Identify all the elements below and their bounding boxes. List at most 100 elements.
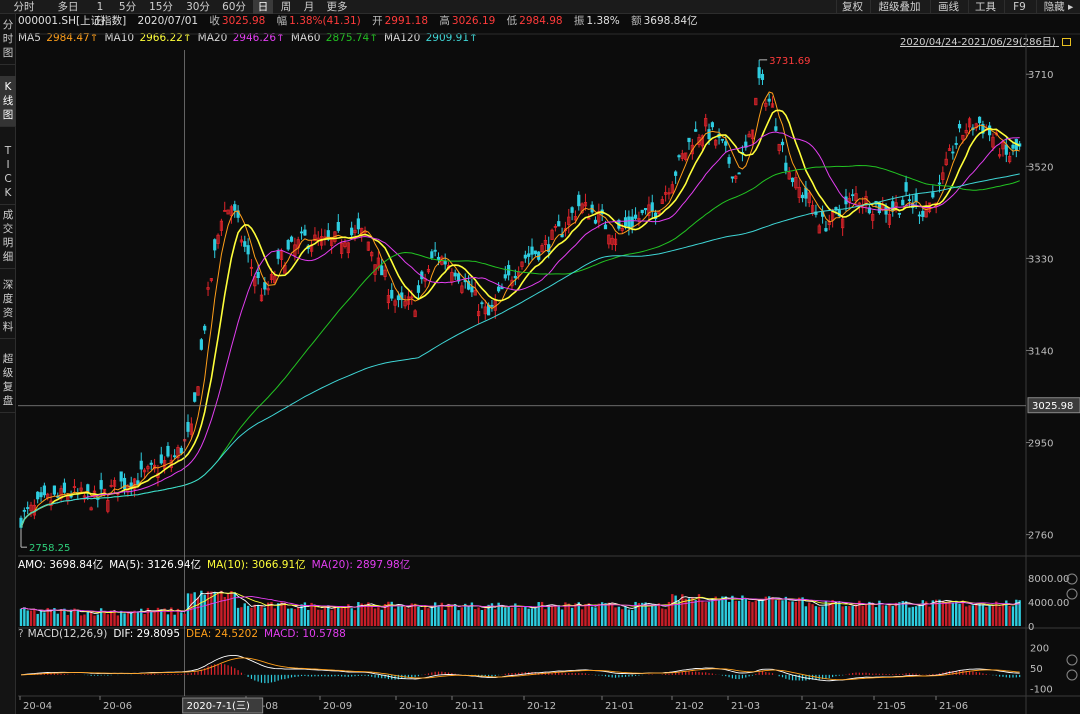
tab-0[interactable]: 分时 (0, 0, 48, 14)
macd-tick-1: 50 (1030, 664, 1043, 675)
kline-chart[interactable]: 3710 3520 3330 3140 2950 2760 3731.69 2758.25 30… (16, 14, 1080, 714)
volume-bar-130 (454, 604, 457, 626)
volume-bar-172 (594, 607, 597, 626)
sidebar-tab-2[interactable]: TICK (0, 140, 16, 205)
tool-tab-0[interactable]: 复权 (836, 0, 868, 14)
x-tick-8: 21-02 (675, 701, 704, 712)
macd-zoom-in-icon[interactable] (1066, 654, 1078, 666)
price-tick-5: 2760 (1028, 531, 1053, 542)
candle-body-265 (904, 182, 908, 192)
tab-1[interactable]: 多日 (51, 0, 85, 14)
volume-bar-162 (560, 609, 564, 626)
sidebar-tab-4[interactable]: 深度资料 (0, 274, 16, 339)
volume-bar-59 (216, 593, 220, 626)
candle-body-210 (720, 138, 725, 141)
tab-4[interactable]: 15分 (143, 0, 179, 14)
volume-bar-177 (610, 602, 614, 626)
volume-bar-133 (464, 603, 467, 626)
volume-bar-19 (83, 614, 86, 626)
volume-bar-297 (1011, 606, 1015, 626)
tab-8[interactable]: 周 (276, 0, 296, 14)
volume-bar-107 (377, 607, 380, 626)
candle-body-108 (380, 265, 384, 276)
volume-bar-67 (243, 603, 246, 626)
tab-10[interactable]: 更多 (322, 0, 352, 14)
volume-bar-60 (220, 590, 223, 626)
volume-bar-266 (908, 607, 911, 626)
candle-body-183 (630, 216, 634, 228)
x-tick-9: 21-03 (731, 701, 760, 712)
volume-tick-0: 8000.00 (1028, 574, 1069, 585)
volume-bar-205 (704, 602, 707, 626)
volume-legend-ma5: MA(5): 3126.94亿 (109, 559, 202, 571)
volume-bar-207 (711, 599, 714, 626)
volume-bar-12 (59, 609, 63, 626)
volume-bar-105 (370, 606, 373, 626)
candle-body-84 (299, 231, 304, 234)
candle-body-73 (263, 282, 267, 290)
volume-bar-289 (985, 607, 988, 626)
volume-bar-271 (924, 601, 928, 626)
view-sidebar: 分时图 K线图 TICK成交明细深度资料超级复盘 (0, 14, 16, 714)
volume-bar-252 (861, 606, 864, 626)
high-annotation: 3731.69 (769, 56, 810, 67)
candle-body-187 (643, 208, 648, 211)
candle-body-215 (737, 172, 741, 175)
tab-9[interactable]: 月 (299, 0, 319, 14)
tool-tab-1[interactable]: 超级叠加 (870, 0, 928, 14)
volume-bar-281 (958, 603, 961, 626)
macd-dea-line (21, 657, 1020, 681)
tool-tab-4[interactable]: F9 (1004, 0, 1034, 14)
volume-bar-212 (727, 601, 731, 626)
volume-bar-277 (944, 602, 948, 626)
volume-bar-17 (76, 609, 79, 626)
volume-bar-125 (437, 605, 440, 626)
volume-bar-189 (651, 604, 654, 626)
candle-body-67 (243, 241, 247, 247)
volume-bar-15 (69, 609, 73, 626)
sidebar-tab-0[interactable]: 分时图 (0, 14, 16, 65)
candle-body-228 (780, 141, 785, 146)
macd-legend-name: MACD(12,26,9) (27, 628, 108, 640)
volume-bar-106 (373, 608, 377, 626)
tab-5[interactable]: 30分 (181, 0, 215, 14)
volume-bar-54 (200, 590, 203, 626)
candle-body-24 (99, 480, 103, 490)
tool-tab-3[interactable]: 工具 (968, 0, 1002, 14)
volume-bar-90 (320, 609, 323, 626)
volume-bar-39 (150, 611, 153, 626)
volume-bar-296 (1008, 605, 1011, 626)
macd-help-icon[interactable]: ? (18, 628, 24, 640)
candle-body-152 (527, 253, 531, 257)
tab-3[interactable]: 5分 (114, 0, 141, 14)
zoom-out-icon[interactable] (1066, 588, 1078, 600)
tool-tab-2[interactable]: 画线 (930, 0, 966, 14)
macd-zoom-out-icon[interactable] (1066, 669, 1078, 681)
volume-bar-256 (874, 607, 878, 626)
volume-bar-199 (684, 598, 687, 626)
tool-tab-5[interactable]: 隐藏 ▸ (1036, 0, 1080, 14)
sidebar-tab-5[interactable]: 超级复盘 (0, 348, 16, 413)
candle-body-249 (851, 194, 855, 197)
volume-bar-152 (527, 608, 530, 626)
candle-body-127 (443, 260, 447, 265)
candle-body-81 (289, 236, 294, 242)
tab-6[interactable]: 60分 (218, 0, 250, 14)
volume-bar-157 (544, 609, 547, 626)
volume-bar-180 (621, 609, 624, 626)
volume-bar-287 (978, 603, 981, 626)
volume-bar-92 (327, 605, 330, 626)
volume-bar-35 (136, 611, 140, 626)
volume-bar-73 (263, 607, 267, 626)
candle-body-212 (727, 157, 731, 164)
sidebar-tab-3[interactable]: 成交明细 (0, 204, 16, 269)
volume-bar-93 (330, 610, 333, 626)
sidebar-tab-1[interactable]: K线图 (0, 76, 16, 127)
volume-bar-236 (808, 602, 811, 626)
volume-bar-53 (196, 597, 200, 626)
tab-2[interactable]: 1分 (88, 0, 112, 27)
candle-body-151 (523, 254, 527, 259)
tab-7[interactable]: 日 (253, 0, 273, 14)
volume-bar-4 (33, 608, 36, 626)
candle-body-135 (470, 286, 474, 293)
